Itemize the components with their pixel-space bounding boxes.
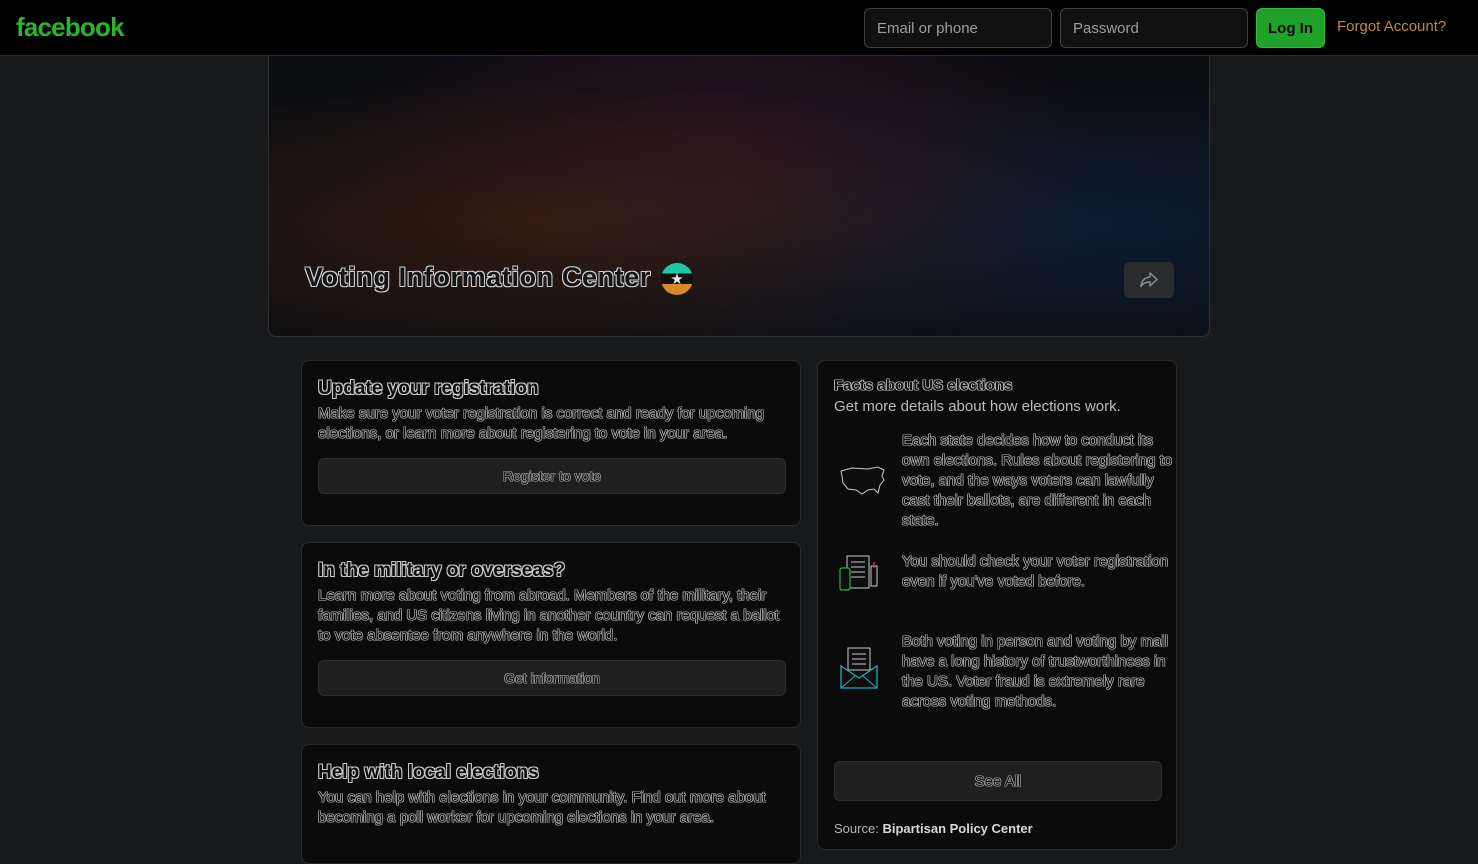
register-to-vote-button[interactable]: Register to vote [318, 458, 786, 494]
facts-title: Facts about US elections [834, 377, 1013, 394]
forgot-account-link[interactable]: Forgot Account? [1337, 18, 1446, 35]
card-description: Learn more about voting from abroad. Mem… [318, 587, 780, 644]
card-title: Update your registration [318, 378, 539, 399]
email-field[interactable] [864, 8, 1052, 48]
devices-checklist-icon [839, 555, 878, 591]
fact-text: Both voting in person and voting by mail… [902, 633, 1168, 710]
password-field[interactable] [1060, 8, 1248, 48]
card-title: Help with local elections [318, 762, 539, 783]
update-registration-card: Update your registration Make sure your … [301, 360, 801, 526]
star-icon: ★ [661, 263, 693, 295]
top-navigation-bar: facebook Log In Forgot Account? [0, 0, 1478, 56]
card-description: You can help with elections in your comm… [318, 789, 766, 826]
share-icon [1140, 272, 1158, 288]
login-button[interactable]: Log In [1256, 8, 1325, 48]
share-button[interactable] [1124, 262, 1174, 298]
source-label: Source: [834, 821, 879, 836]
mail-ballot-icon [840, 647, 878, 689]
election-facts-panel: Facts about US elections Get more detail… [817, 360, 1177, 850]
see-all-button[interactable]: See All [834, 761, 1162, 801]
source-credit: Source: Bipartisan Policy Center [834, 821, 1033, 836]
card-title: In the military or overseas? [318, 560, 566, 581]
fact-item: Each state decides how to conduct its ow… [834, 431, 1174, 531]
fact-item: Both voting in person and voting by mail… [834, 632, 1174, 712]
source-link[interactable]: Bipartisan Policy Center [882, 821, 1032, 836]
cover-banner: Voting Information Center ★ [268, 56, 1210, 337]
fact-item: You should check your voter registration… [834, 552, 1174, 596]
fact-text: Each state decides how to conduct its ow… [902, 432, 1173, 529]
facebook-logo[interactable]: facebook [16, 12, 125, 43]
page-title: Voting Information Center [305, 262, 651, 292]
fact-text: You should check your voter registration… [902, 553, 1169, 590]
facts-subtitle: Get more details about how elections wor… [834, 398, 1121, 415]
us-map-icon [840, 466, 885, 495]
local-elections-card: Help with local elections You can help w… [301, 744, 801, 864]
military-overseas-card: In the military or overseas? Learn more … [301, 542, 801, 728]
get-information-button[interactable]: Get information [318, 660, 786, 696]
card-description: Make sure your voter registration is cor… [318, 405, 765, 442]
